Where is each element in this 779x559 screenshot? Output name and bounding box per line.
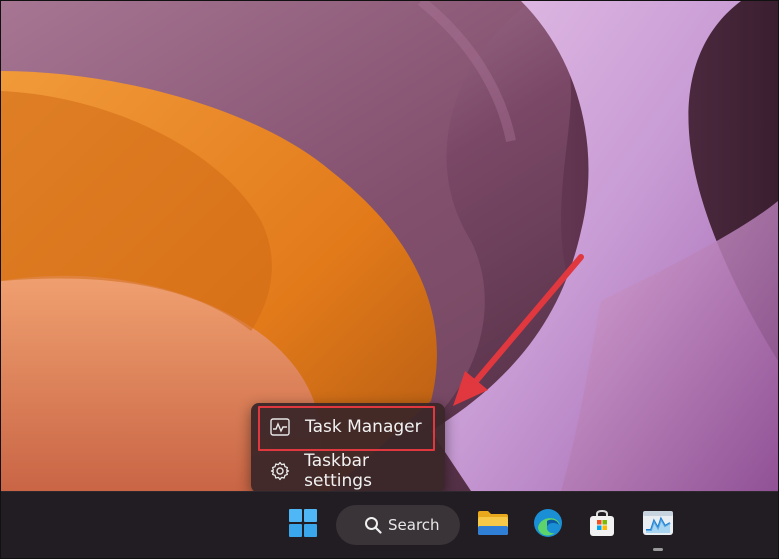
search-icon: [364, 516, 382, 534]
menu-item-task-manager[interactable]: Task Manager: [259, 407, 437, 447]
task-manager-icon: [269, 416, 291, 438]
start-button[interactable]: [283, 505, 323, 545]
task-manager-app-icon: [642, 509, 674, 541]
windows-start-icon: [288, 508, 318, 542]
taskbar: Search: [1, 491, 778, 558]
taskbar-context-menu: Task Manager Taskbar settings: [251, 403, 445, 493]
gear-icon: [269, 460, 290, 482]
menu-item-label: Task Manager: [305, 417, 422, 437]
desktop-screen: Task Manager Taskbar settings Search: [0, 0, 779, 559]
menu-item-taskbar-settings[interactable]: Taskbar settings: [259, 451, 437, 491]
taskbar-search[interactable]: Search: [336, 505, 460, 545]
taskbar-app-microsoft-store[interactable]: [582, 505, 622, 545]
menu-item-label: Taskbar settings: [304, 451, 372, 491]
taskbar-app-file-explorer[interactable]: [473, 505, 513, 545]
file-explorer-icon: [477, 509, 509, 541]
search-label: Search: [388, 516, 440, 534]
taskbar-app-task-manager[interactable]: [638, 505, 678, 545]
taskbar-app-edge[interactable]: [528, 505, 568, 545]
microsoft-store-icon: [587, 508, 617, 542]
running-indicator: [653, 548, 663, 551]
edge-icon: [533, 508, 563, 542]
